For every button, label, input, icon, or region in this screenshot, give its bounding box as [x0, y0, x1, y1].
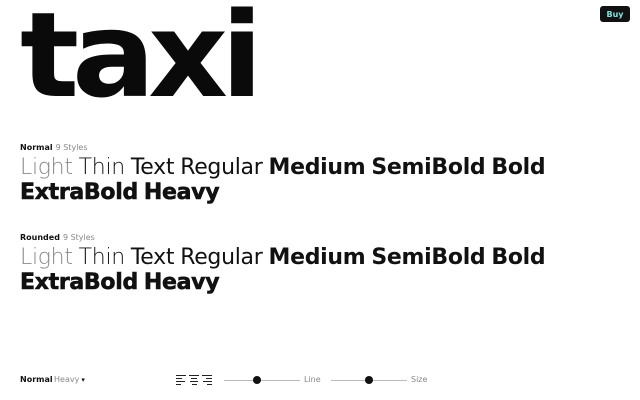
weight-value: Heavy: [54, 375, 80, 384]
style-section-rounded: Rounded 9 Styles Light Thin Text Regular Medi…: [20, 232, 630, 295]
slider-thumb[interactable]: [253, 376, 262, 384]
size-label: Size: [411, 375, 428, 384]
style-list: Light Thin Text Regular Medium SemiBold Bold: [20, 155, 630, 180]
align-left-icon[interactable]: [176, 375, 186, 386]
style-selector[interactable]: Normal: [20, 375, 53, 384]
style-sample-bold[interactable]: Bold: [491, 155, 545, 180]
slider-thumb[interactable]: [365, 376, 373, 384]
style-sample-regular[interactable]: Regular: [180, 155, 263, 180]
style-sample-light[interactable]: Light: [20, 245, 73, 270]
chevron-down-icon: ▾: [81, 376, 85, 384]
style-sample-medium[interactable]: Medium: [268, 245, 365, 270]
style-sample-medium[interactable]: Medium: [268, 155, 365, 180]
style-list: Light Thin Text Regular Medium SemiBold Bold: [20, 245, 630, 270]
style-sample-text[interactable]: Text: [131, 155, 175, 180]
align-center-icon[interactable]: [189, 375, 199, 386]
section-title: Rounded: [20, 233, 60, 242]
font-logo: taxi: [20, 0, 263, 124]
style-sample-heavy[interactable]: Heavy: [144, 270, 220, 296]
style-sample-extrabold[interactable]: ExtraBold: [20, 180, 139, 206]
weight-dropdown[interactable]: Heavy ▾: [54, 375, 85, 384]
style-sample-regular[interactable]: Regular: [180, 245, 263, 270]
style-sample-thin[interactable]: Thin: [79, 155, 126, 180]
section-header: Rounded 9 Styles: [20, 232, 630, 243]
type-tester-toolbar: Normal Heavy ▾ Line Size: [0, 371, 640, 389]
slider-track: [224, 379, 300, 381]
style-sample-heavy[interactable]: Heavy: [144, 180, 220, 206]
style-list-continued: ExtraBold Heavy: [20, 270, 630, 296]
section-title: Normal: [20, 143, 53, 152]
style-sample-thin[interactable]: Thin: [79, 245, 126, 270]
buy-button[interactable]: Buy: [600, 6, 630, 22]
style-section-normal: Normal 9 Styles Light Thin Text Regular Mediu…: [20, 142, 630, 205]
line-height-slider[interactable]: [224, 375, 300, 385]
style-sample-light[interactable]: Light: [20, 155, 73, 180]
font-size-slider[interactable]: [331, 375, 407, 385]
line-label: Line: [304, 375, 321, 384]
style-sample-extrabold[interactable]: ExtraBold: [20, 270, 139, 296]
style-sample-text[interactable]: Text: [131, 245, 175, 270]
style-list-continued: ExtraBold Heavy: [20, 180, 630, 206]
align-right-icon[interactable]: [202, 375, 212, 386]
style-sample-semibold[interactable]: SemiBold: [371, 245, 485, 270]
style-count: 9 Styles: [62, 233, 95, 242]
style-sample-bold[interactable]: Bold: [491, 245, 545, 270]
style-sample-semibold[interactable]: SemiBold: [371, 155, 485, 180]
section-header: Normal 9 Styles: [20, 142, 630, 153]
style-count: 9 Styles: [55, 143, 88, 152]
